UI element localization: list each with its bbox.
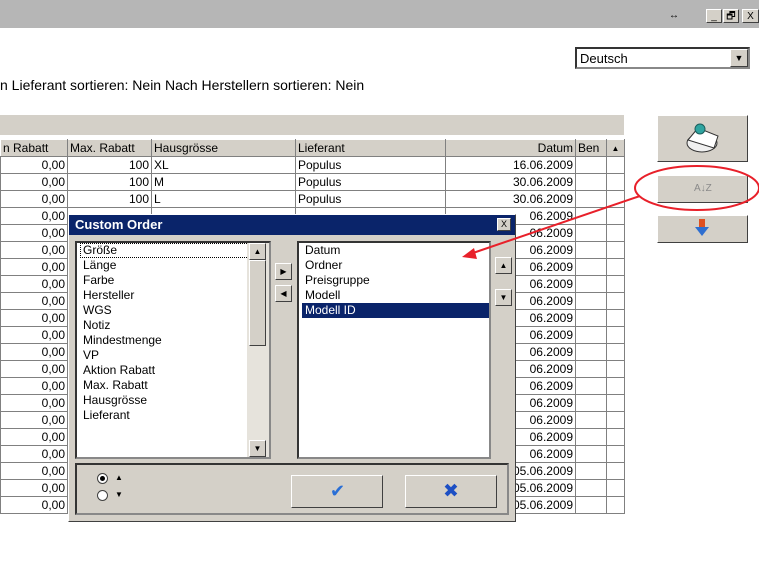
annotation-arrowhead — [462, 248, 477, 259]
annotation-ellipse — [634, 165, 759, 211]
annotation-arrow — [469, 195, 641, 255]
annotation-overlay — [462, 165, 759, 259]
